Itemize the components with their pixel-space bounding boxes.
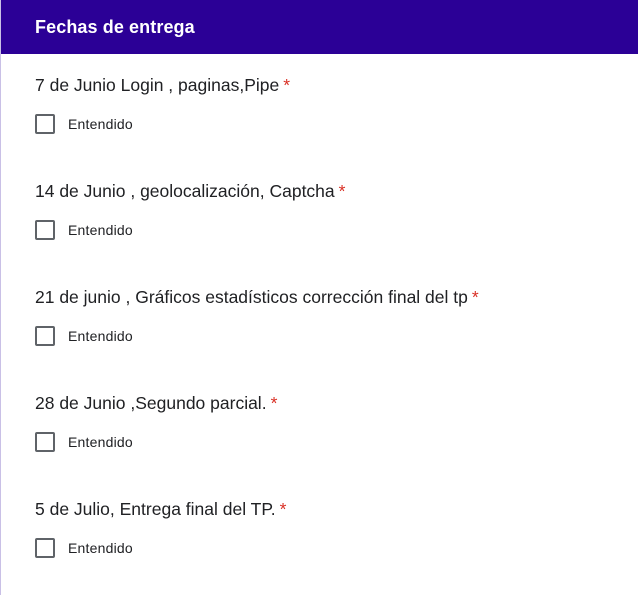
checkbox-option-entendido[interactable]: Entendido bbox=[35, 326, 638, 346]
required-asterisk: * bbox=[270, 393, 278, 413]
checkbox-option-entendido[interactable]: Entendido bbox=[35, 432, 638, 452]
checkbox[interactable] bbox=[35, 538, 55, 558]
checkbox[interactable] bbox=[35, 114, 55, 134]
checkbox-label: Entendido bbox=[68, 540, 133, 556]
question-2: 14 de Junio , geolocalización, Captcha * … bbox=[1, 179, 638, 240]
checkbox[interactable] bbox=[35, 432, 55, 452]
checkbox-label: Entendido bbox=[68, 434, 133, 450]
question-4: 28 de Junio ,Segundo parcial. * Entendido bbox=[1, 391, 638, 452]
section-header: Fechas de entrega bbox=[1, 0, 638, 54]
question-title-text: 21 de junio , Gráficos estadísticos corr… bbox=[35, 287, 468, 307]
question-5: 5 de Julio, Entrega final del TP. * Enten… bbox=[1, 497, 638, 558]
checkbox-option-entendido[interactable]: Entendido bbox=[35, 220, 638, 240]
checkbox-label: Entendido bbox=[68, 116, 133, 132]
question-title: 5 de Julio, Entrega final del TP. * bbox=[35, 497, 638, 521]
checkbox-option-entendido[interactable]: Entendido bbox=[35, 538, 638, 558]
question-title: 7 de Junio Login , paginas,Pipe * bbox=[35, 73, 638, 97]
section-title: Fechas de entrega bbox=[35, 16, 195, 37]
required-asterisk: * bbox=[279, 499, 287, 519]
question-title: 14 de Junio , geolocalización, Captcha * bbox=[35, 179, 638, 203]
checkbox[interactable] bbox=[35, 220, 55, 240]
form-page: Fechas de entrega 7 de Junio Login , pag… bbox=[0, 0, 638, 595]
checkbox[interactable] bbox=[35, 326, 55, 346]
question-1: 7 de Junio Login , paginas,Pipe * Entendi… bbox=[1, 73, 638, 134]
required-asterisk: * bbox=[471, 287, 479, 307]
question-title-text: 28 de Junio ,Segundo parcial. bbox=[35, 393, 267, 413]
checkbox-label: Entendido bbox=[68, 328, 133, 344]
question-title: 21 de junio , Gráficos estadísticos corr… bbox=[35, 285, 638, 309]
question-title-text: 14 de Junio , geolocalización, Captcha bbox=[35, 181, 335, 201]
required-asterisk: * bbox=[338, 181, 346, 201]
question-title-text: 5 de Julio, Entrega final del TP. bbox=[35, 499, 276, 519]
checkbox-option-entendido[interactable]: Entendido bbox=[35, 114, 638, 134]
question-title: 28 de Junio ,Segundo parcial. * bbox=[35, 391, 638, 415]
question-3: 21 de junio , Gráficos estadísticos corr… bbox=[1, 285, 638, 346]
question-title-text: 7 de Junio Login , paginas,Pipe bbox=[35, 75, 280, 95]
required-asterisk: * bbox=[283, 75, 291, 95]
checkbox-label: Entendido bbox=[68, 222, 133, 238]
